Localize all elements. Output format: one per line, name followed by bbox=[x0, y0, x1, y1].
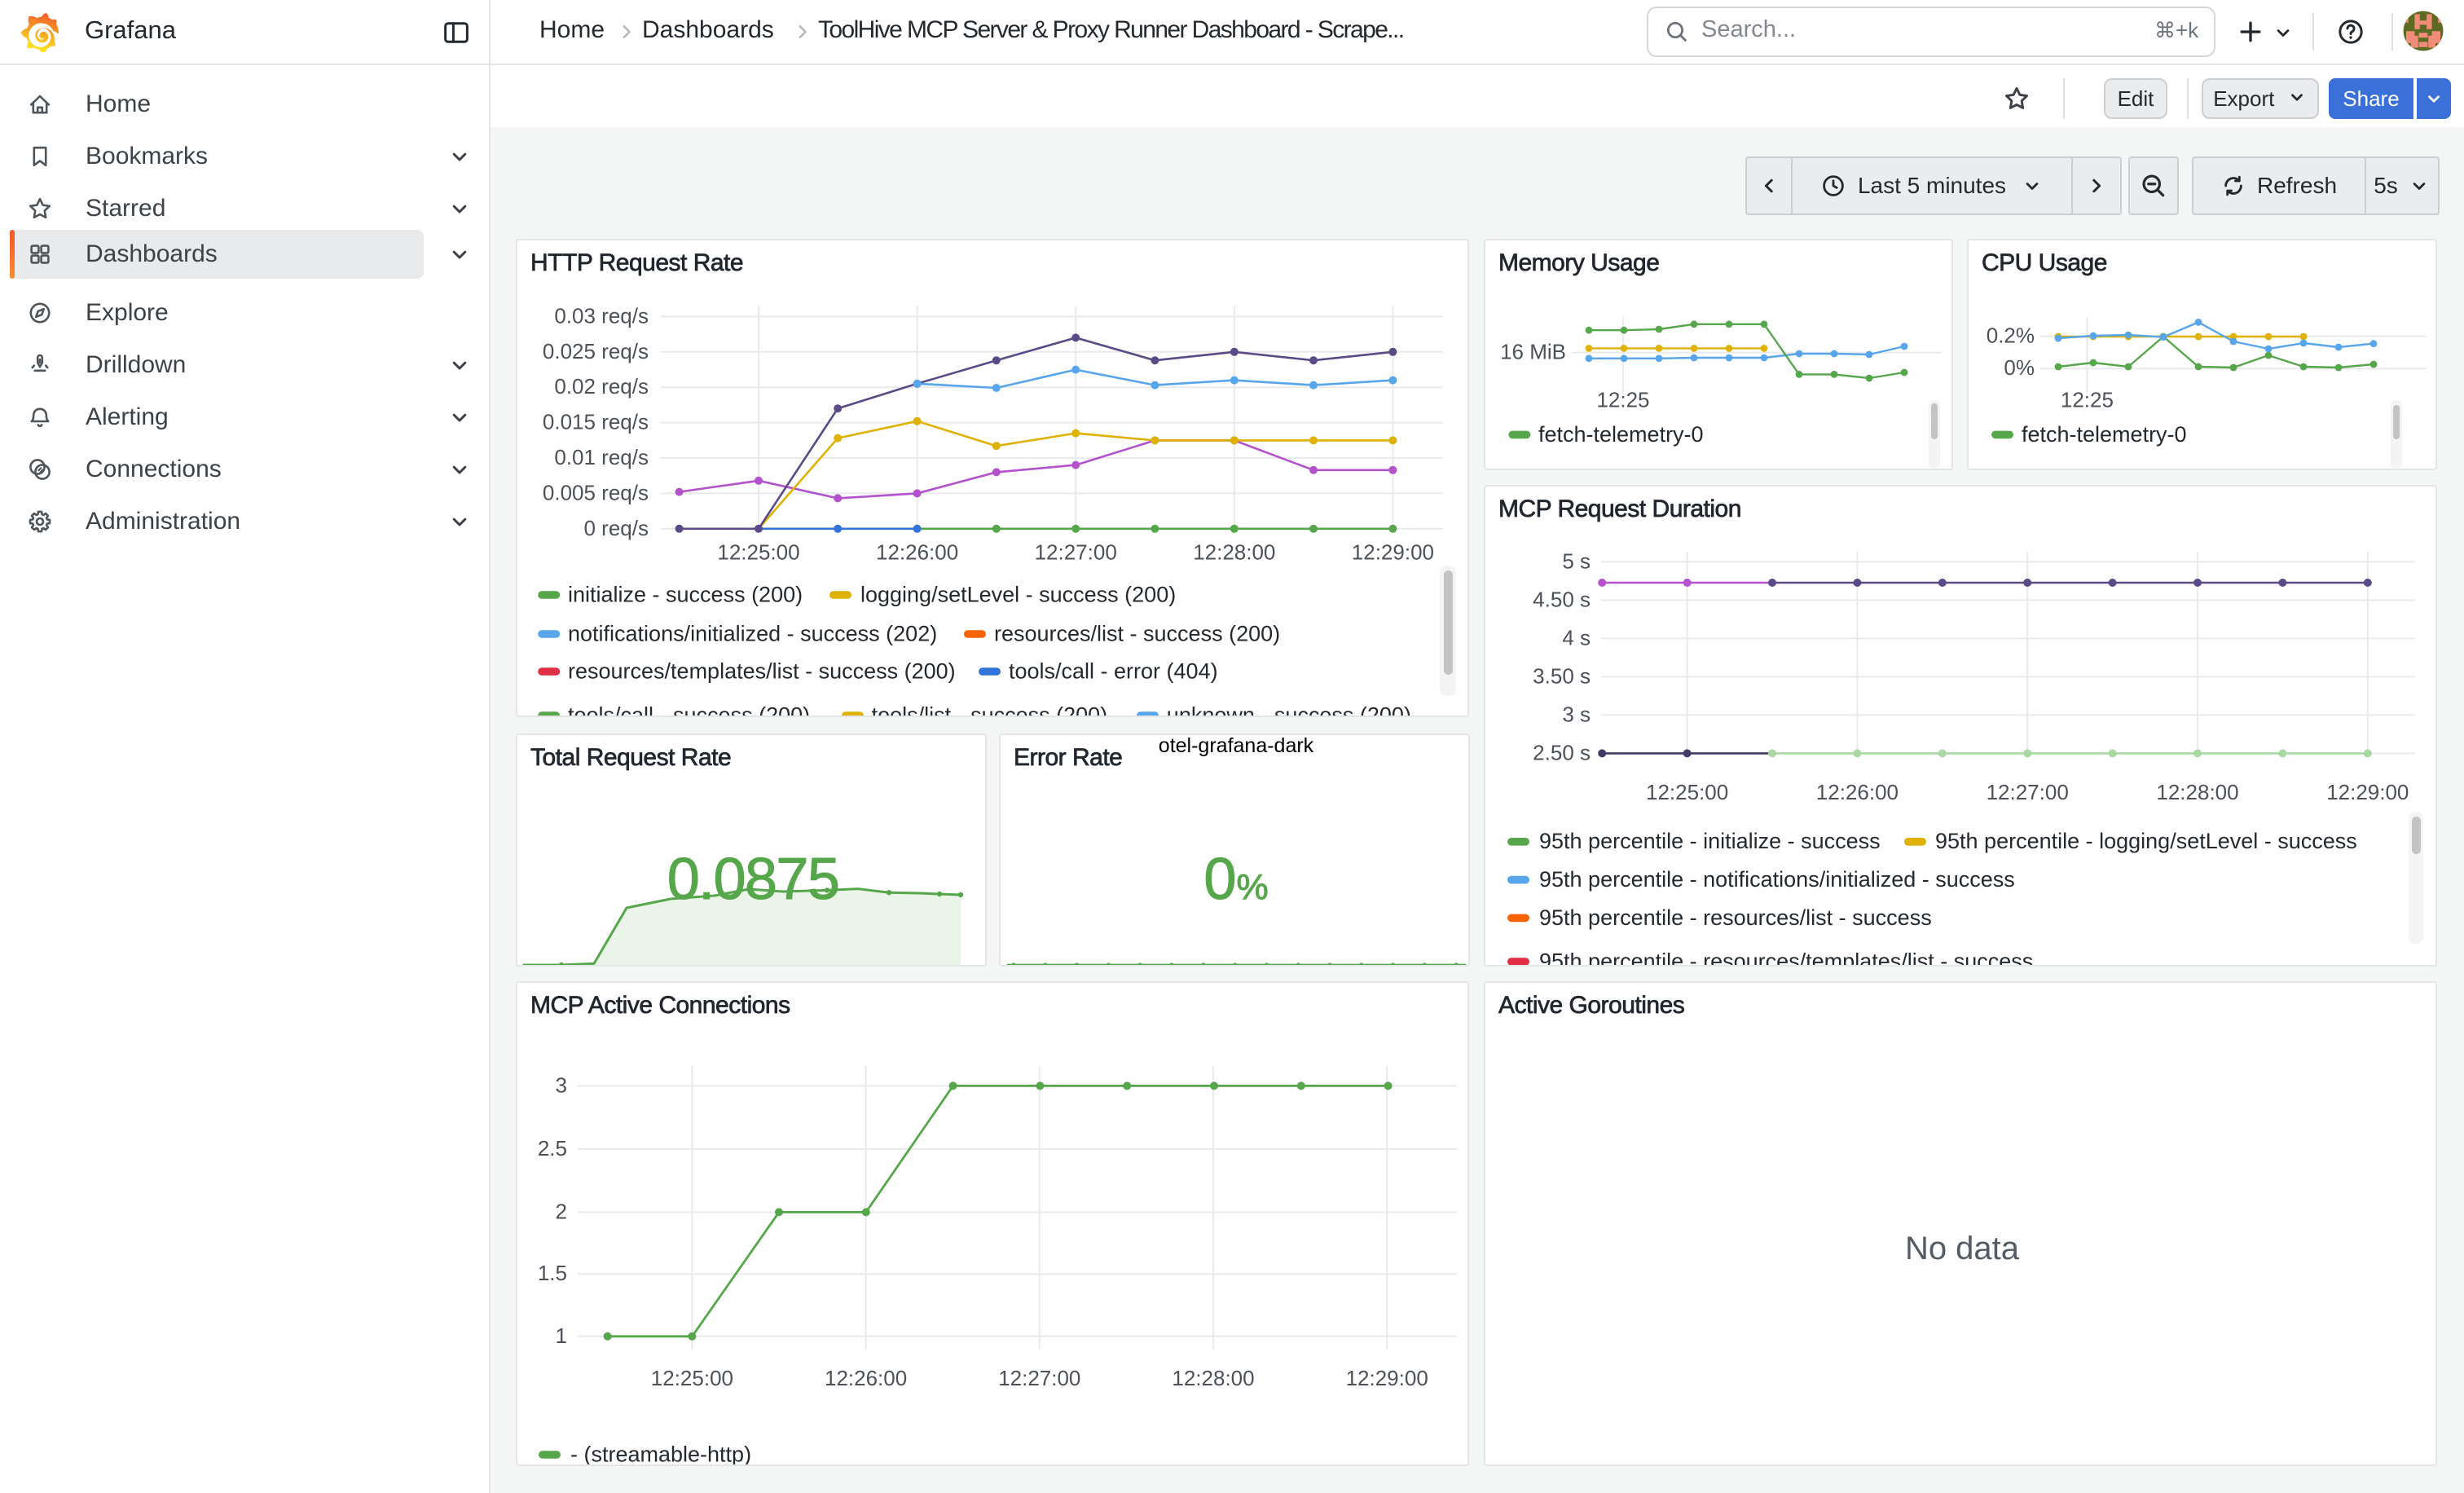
svg-text:4.50 s: 4.50 s bbox=[1533, 587, 1591, 611]
svg-text:3.50 s: 3.50 s bbox=[1533, 663, 1591, 688]
svg-text:12:25: 12:25 bbox=[2061, 388, 2114, 412]
svg-text:12:27:00: 12:27:00 bbox=[1987, 780, 2069, 804]
svg-text:5 s: 5 s bbox=[1562, 548, 1591, 573]
svg-text:12:28:00: 12:28:00 bbox=[1172, 1366, 1254, 1390]
svg-text:95th percentile - notification: 95th percentile - notifications/initiali… bbox=[1539, 867, 2015, 892]
svg-text:initialize - success (200): initialize - success (200) bbox=[568, 582, 803, 606]
svg-text:tools/list - success (200): tools/list - success (200) bbox=[872, 702, 1108, 717]
svg-text:0.02 req/s: 0.02 req/s bbox=[554, 374, 649, 399]
svg-text:12:28:00: 12:28:00 bbox=[1193, 540, 1275, 565]
svg-text:12:29:00: 12:29:00 bbox=[2326, 780, 2409, 804]
svg-text:3 s: 3 s bbox=[1562, 702, 1591, 726]
svg-text:12:25: 12:25 bbox=[1596, 388, 1649, 412]
svg-text:12:26:00: 12:26:00 bbox=[876, 540, 958, 565]
svg-text:notifications/initialized - su: notifications/initialized - success (202… bbox=[568, 621, 937, 645]
svg-text:12:25:00: 12:25:00 bbox=[717, 540, 799, 565]
svg-text:12:28:00: 12:28:00 bbox=[2156, 780, 2238, 804]
svg-text:12:25:00: 12:25:00 bbox=[1646, 780, 1728, 804]
svg-text:fetch-telemetry-0: fetch-telemetry-0 bbox=[1538, 422, 1704, 447]
svg-text:0%: 0% bbox=[2004, 355, 2035, 380]
svg-text:12:29:00: 12:29:00 bbox=[1346, 1366, 1428, 1390]
svg-text:resources/templates/list - suc: resources/templates/list - success (200) bbox=[568, 658, 956, 683]
svg-text:0.015 req/s: 0.015 req/s bbox=[543, 410, 649, 434]
svg-text:2: 2 bbox=[556, 1199, 567, 1223]
svg-text:0.2%: 0.2% bbox=[1987, 324, 2035, 348]
svg-text:12:26:00: 12:26:00 bbox=[825, 1366, 907, 1390]
svg-text:1: 1 bbox=[556, 1323, 567, 1348]
svg-text:95th percentile - resources/te: 95th percentile - resources/templates/li… bbox=[1539, 949, 2033, 967]
svg-text:12:27:00: 12:27:00 bbox=[998, 1366, 1080, 1390]
svg-text:95th percentile - resources/li: 95th percentile - resources/list - succe… bbox=[1539, 905, 1932, 930]
svg-text:0 req/s: 0 req/s bbox=[584, 516, 649, 540]
svg-text:3: 3 bbox=[556, 1072, 567, 1097]
svg-text:resources/list - success (200): resources/list - success (200) bbox=[994, 621, 1280, 645]
svg-text:0.01 req/s: 0.01 req/s bbox=[554, 445, 649, 469]
svg-text:fetch-telemetry-0: fetch-telemetry-0 bbox=[2022, 422, 2187, 447]
svg-text:tools/call - success (200): tools/call - success (200) bbox=[568, 702, 810, 717]
svg-text:2.50 s: 2.50 s bbox=[1533, 740, 1591, 764]
svg-text:0.025 req/s: 0.025 req/s bbox=[543, 339, 649, 363]
svg-text:2.5: 2.5 bbox=[538, 1136, 567, 1160]
svg-text:0.03 req/s: 0.03 req/s bbox=[554, 303, 649, 328]
svg-text:16 MiB: 16 MiB bbox=[1500, 340, 1566, 364]
svg-text:12:29:00: 12:29:00 bbox=[1352, 540, 1434, 565]
svg-text:4 s: 4 s bbox=[1562, 625, 1591, 650]
svg-text:tools/call - error (404): tools/call - error (404) bbox=[1009, 658, 1218, 683]
svg-text:12:25:00: 12:25:00 bbox=[651, 1366, 733, 1390]
svg-text:logging/setLevel - success (20: logging/setLevel - success (200) bbox=[860, 582, 1176, 606]
svg-text:12:26:00: 12:26:00 bbox=[1816, 780, 1899, 804]
svg-text:1.5: 1.5 bbox=[538, 1261, 567, 1285]
svg-text:- (streamable-http): - (streamable-http) bbox=[570, 1442, 751, 1466]
svg-text:95th percentile - logging/setL: 95th percentile - logging/setLevel - suc… bbox=[1935, 829, 2357, 853]
svg-text:unknown - success (200): unknown - success (200) bbox=[1167, 702, 1411, 717]
svg-text:0.005 req/s: 0.005 req/s bbox=[543, 480, 649, 504]
svg-text:12:27:00: 12:27:00 bbox=[1035, 540, 1117, 565]
svg-text:95th percentile - initialize -: 95th percentile - initialize - success bbox=[1539, 829, 1881, 853]
